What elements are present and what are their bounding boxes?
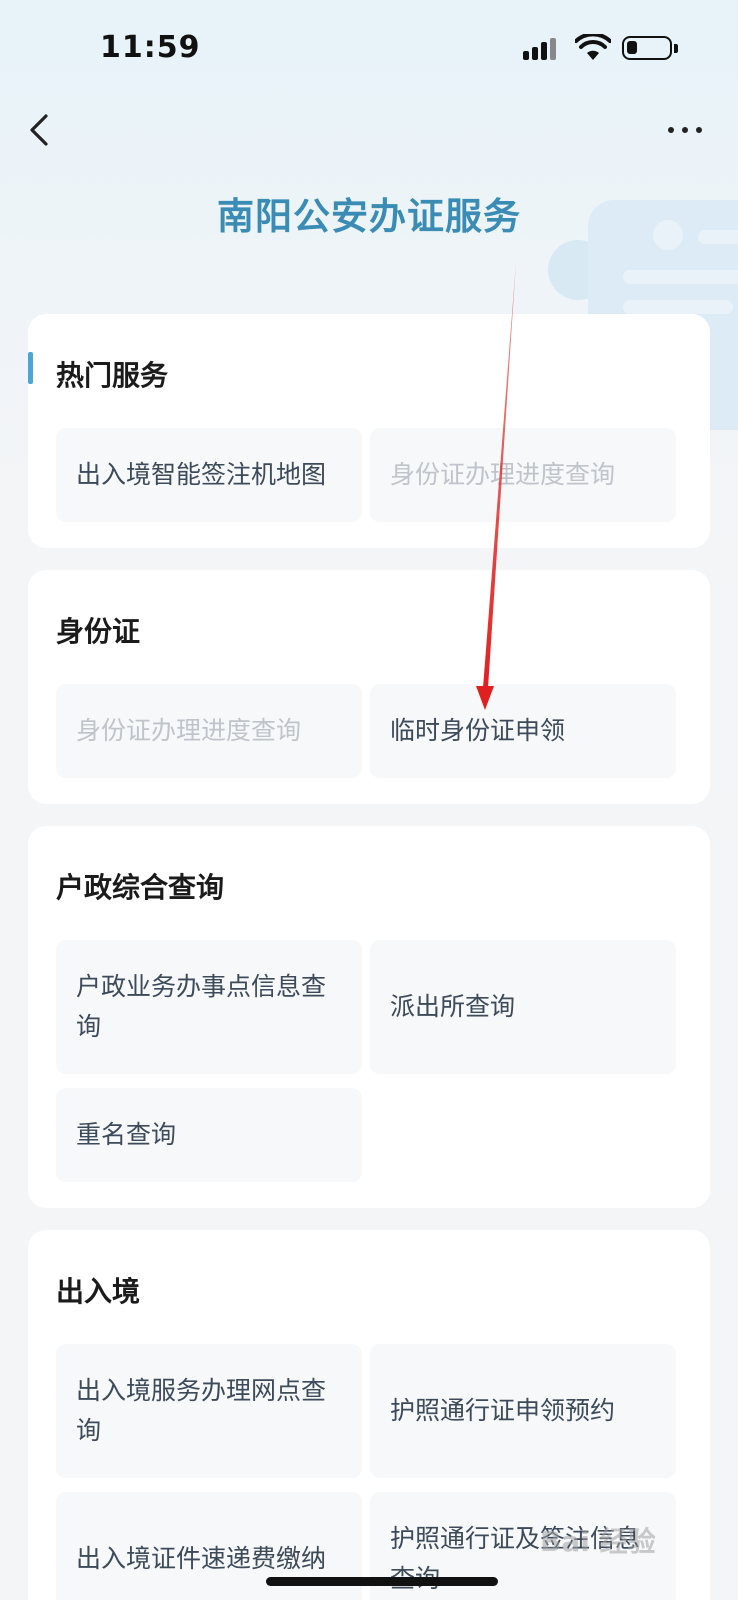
battery-icon: [622, 36, 672, 60]
service-item-police-station-query[interactable]: 派出所查询: [370, 940, 676, 1074]
section-title: 身份证: [56, 615, 141, 648]
section-title: 户政综合查询: [56, 871, 225, 904]
service-item-label: 身份证办理进度查询: [390, 460, 616, 489]
service-item-label: 派出所查询: [390, 992, 516, 1021]
more-dots-icon: [668, 127, 674, 133]
status-bar: 11:59: [0, 0, 738, 100]
back-button[interactable]: [22, 110, 62, 150]
service-item-visa-machine-map[interactable]: 出入境智能签注机地图: [56, 428, 362, 522]
service-item-label: 出入境证件速递费缴纳: [76, 1544, 327, 1573]
wifi-icon: [575, 34, 611, 60]
page-title: 南阳公安办证服务: [217, 195, 521, 238]
service-item-label: 出入境智能签注机地图: [76, 460, 327, 489]
home-indicator: [266, 1577, 498, 1586]
service-item-label: 户政业务办事点信息查询: [76, 972, 327, 1041]
service-item-id-progress-query: 身份证办理进度查询: [56, 684, 362, 778]
status-time: 11:59: [100, 30, 201, 65]
more-options-button[interactable]: [660, 115, 710, 145]
watermark: Bai 经验: [540, 1525, 656, 1558]
section-title: 热门服务: [56, 359, 169, 392]
section-hot-services: 热门服务 出入境智能签注机地图 身份证办理进度查询: [28, 314, 710, 548]
section-id-card: 身份证 身份证办理进度查询 临时身份证申领: [28, 570, 710, 804]
cellular-signal-icon: [523, 36, 559, 60]
section-title: 出入境: [56, 1275, 141, 1308]
service-item-passport-appointment[interactable]: 护照通行证申领预约: [370, 1344, 676, 1478]
service-item-temporary-id-application[interactable]: 临时身份证申领: [370, 684, 676, 778]
service-item-label: 出入境服务办理网点查询: [76, 1376, 327, 1445]
service-item-label: 护照通行证申领预约: [390, 1396, 616, 1425]
service-item-label: 重名查询: [76, 1120, 177, 1149]
service-item-id-progress-query: 身份证办理进度查询: [370, 428, 676, 522]
service-item-label: 身份证办理进度查询: [76, 716, 302, 745]
service-item-label: 临时身份证申领: [390, 716, 566, 745]
section-household-query: 户政综合查询 户政业务办事点信息查询 派出所查询 重名查询: [28, 826, 710, 1208]
service-item-duplicate-name-query[interactable]: 重名查询: [56, 1088, 362, 1182]
service-item-exit-entry-outlet-query[interactable]: 出入境服务办理网点查询: [56, 1344, 362, 1478]
chevron-left-icon: [30, 114, 48, 146]
service-item-household-office-query[interactable]: 户政业务办事点信息查询: [56, 940, 362, 1074]
section-accent-bar: [28, 352, 33, 384]
